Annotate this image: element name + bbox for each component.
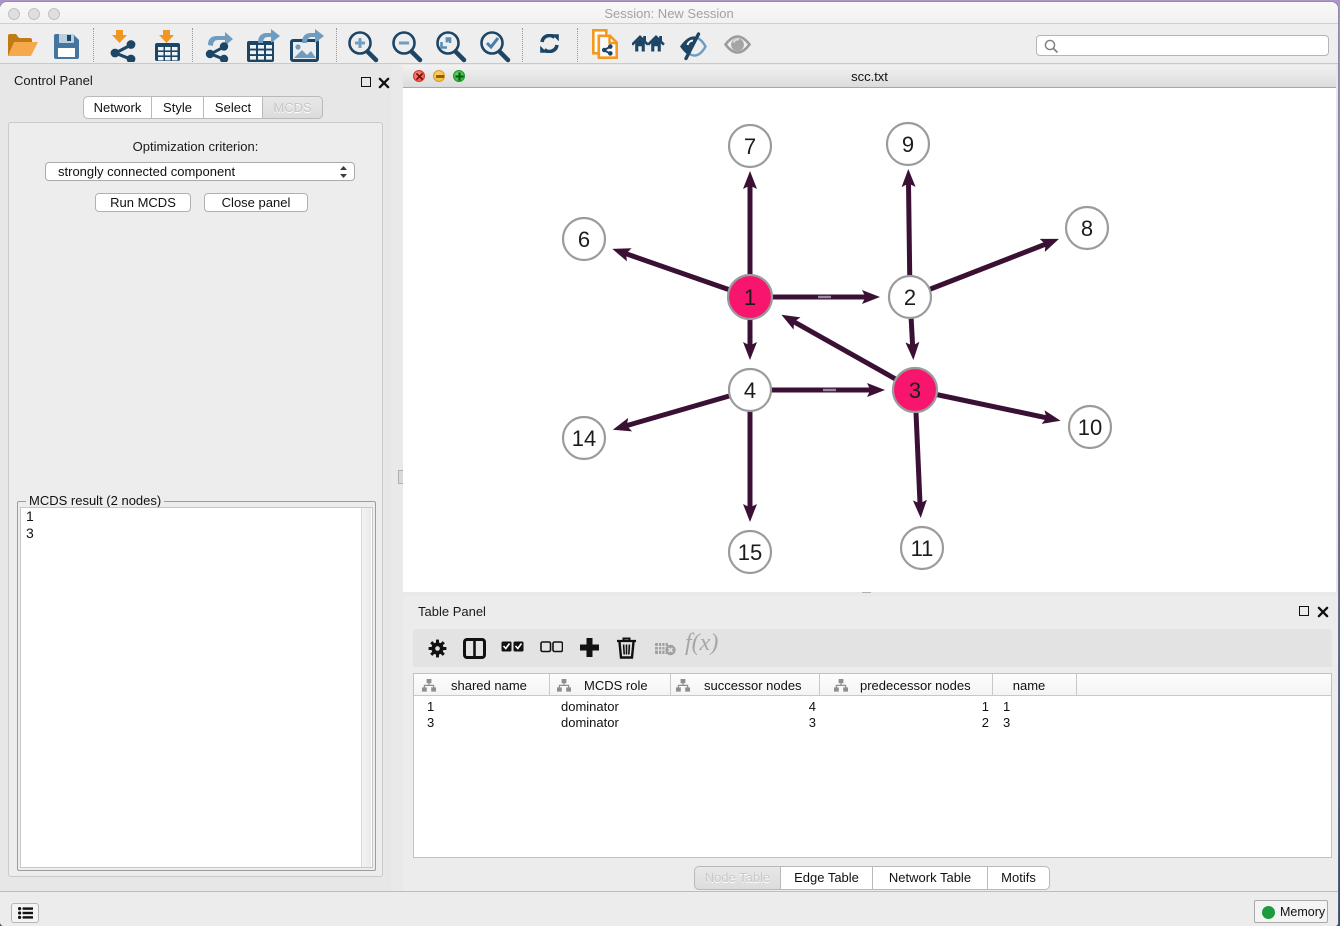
svg-text:9: 9 <box>902 132 914 157</box>
svg-text:4: 4 <box>744 378 756 403</box>
svg-text:3: 3 <box>909 378 921 403</box>
svg-text:10: 10 <box>1078 415 1102 440</box>
svg-text:14: 14 <box>572 426 596 451</box>
svg-text:2: 2 <box>904 285 916 310</box>
svg-text:15: 15 <box>738 540 762 565</box>
svg-text:6: 6 <box>578 227 590 252</box>
svg-text:7: 7 <box>744 134 756 159</box>
svg-text:11: 11 <box>911 536 934 561</box>
svg-text:8: 8 <box>1081 216 1093 241</box>
svg-text:1: 1 <box>744 285 756 310</box>
